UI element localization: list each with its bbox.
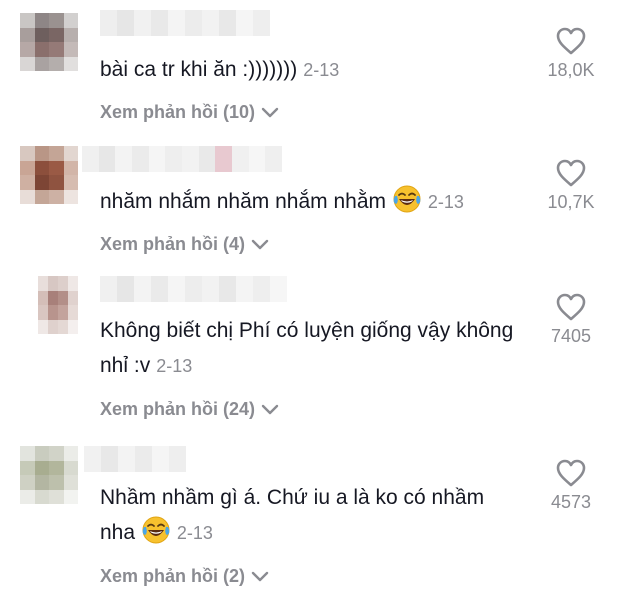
heart-outline-icon (556, 159, 586, 187)
like-count: 7405 (550, 326, 592, 346)
chevron-down-icon (251, 571, 269, 581)
like-button[interactable]: 4573 (536, 458, 606, 513)
comment-text: bài ca tr khi ăn :))))))) 2-13 (100, 52, 530, 88)
blurred-username (100, 10, 270, 36)
comment-text: Nhầm nhầm gì á. Chứ iu a là ko có nhầm n… (100, 480, 520, 551)
view-replies-label: Xem phản hồi (24) (100, 399, 256, 419)
view-replies-label: Xem phản hồi (4) (100, 234, 246, 254)
blurred-username (84, 446, 194, 472)
avatar[interactable] (20, 146, 78, 204)
laughing-tears-emoji (142, 516, 170, 544)
like-count: 18,0K (547, 60, 595, 80)
comment-text: nhăm nhắm nhăm nhắm nhằm 2-13 (100, 184, 530, 220)
blurred-username (100, 276, 290, 302)
like-button[interactable]: 10,7K (536, 158, 606, 213)
view-replies-label: Xem phản hồi (10) (100, 102, 256, 122)
view-replies-link[interactable]: Xem phản hồi (4) (100, 234, 269, 255)
heart-outline-icon (556, 293, 586, 321)
like-count: 10,7K (547, 192, 595, 212)
comment-body: nhăm nhắm nhăm nhắm nhằm (100, 190, 386, 213)
view-replies-link[interactable]: Xem phản hồi (24) (100, 399, 279, 420)
comment-date: 2-13 (176, 523, 213, 543)
comment-date: 2-13 (156, 356, 193, 376)
comment-date: 2-13 (303, 60, 340, 80)
view-replies-link[interactable]: Xem phản hồi (2) (100, 566, 269, 587)
heart-outline-icon (556, 27, 586, 55)
comment-date: 2-13 (427, 192, 464, 212)
view-replies-link[interactable]: Xem phản hồi (10) (100, 102, 279, 123)
like-count: 4573 (550, 492, 592, 512)
blurred-username (82, 146, 282, 172)
like-button[interactable]: 7405 (536, 292, 606, 347)
chevron-down-icon (261, 404, 279, 414)
comment-text: Không biết chị Phí có luyện giống vậy kh… (100, 313, 520, 384)
avatar[interactable] (20, 13, 78, 71)
avatar[interactable] (38, 276, 78, 334)
view-replies-label: Xem phản hồi (2) (100, 566, 246, 586)
like-button[interactable]: 18,0K (536, 26, 606, 81)
laughing-tears-emoji (393, 185, 421, 213)
heart-outline-icon (556, 459, 586, 487)
chevron-down-icon (261, 107, 279, 117)
chevron-down-icon (251, 239, 269, 249)
comment-body: bài ca tr khi ăn :))))))) (100, 58, 298, 81)
avatar[interactable] (20, 446, 78, 504)
